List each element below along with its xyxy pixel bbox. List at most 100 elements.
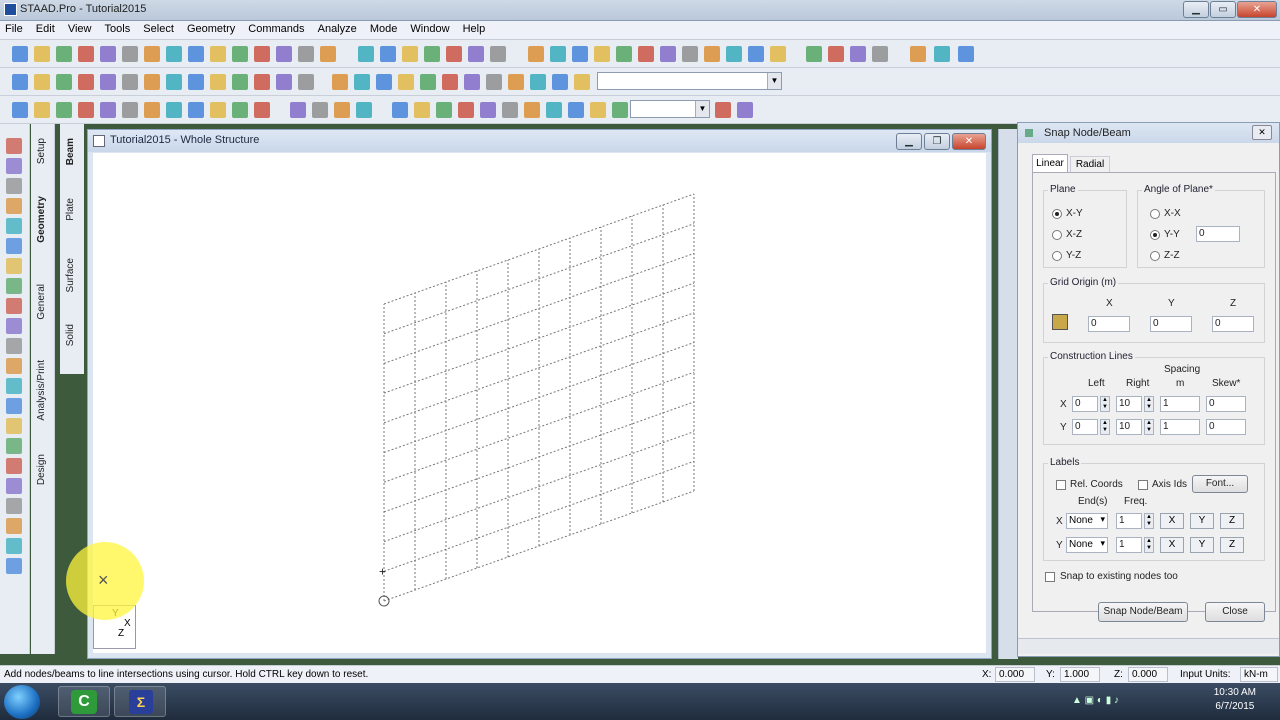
toolbar-button-icon[interactable]	[332, 74, 348, 90]
toolbar-button-icon[interactable]	[850, 46, 866, 62]
y-left-spinner[interactable]: ▲ ▼	[1100, 419, 1110, 435]
toolbar-button-icon[interactable]	[298, 46, 314, 62]
toolbar-button-icon[interactable]	[12, 46, 28, 62]
label-combo[interactable]: ▼	[630, 100, 710, 118]
toolbar-button-icon[interactable]	[934, 46, 950, 62]
toolbar-button-icon[interactable]	[334, 102, 350, 118]
tool-icon[interactable]	[6, 398, 22, 414]
radio-plane-yz[interactable]	[1052, 251, 1062, 261]
toolbar-button-icon[interactable]	[572, 46, 588, 62]
toolbar-button-icon[interactable]	[704, 46, 720, 62]
toolbar-button-icon[interactable]	[276, 74, 292, 90]
tool-icon[interactable]	[6, 518, 22, 534]
toolbar-button-icon[interactable]	[737, 102, 753, 118]
toolbar-button-icon[interactable]	[122, 46, 138, 62]
toolbar-button-icon[interactable]	[380, 46, 396, 62]
x-row-x-button[interactable]: X	[1160, 513, 1184, 529]
x-freq-input[interactable]: 1	[1116, 513, 1142, 529]
y-row-z-button[interactable]: Z	[1220, 537, 1244, 553]
toolbar-button-icon[interactable]	[402, 46, 418, 62]
axis-ids-checkbox[interactable]	[1138, 480, 1148, 490]
toolbar-button-icon[interactable]	[34, 102, 50, 118]
menu-select[interactable]: Select	[138, 21, 179, 37]
toolbar-button-icon[interactable]	[546, 102, 562, 118]
origin-z-input[interactable]: 0	[1212, 316, 1254, 332]
x-row-y-button[interactable]: Y	[1190, 513, 1214, 529]
toolbar-button-icon[interactable]	[232, 74, 248, 90]
toolbar-button-icon[interactable]	[660, 46, 676, 62]
y-right-spinner[interactable]: ▲ ▼	[1144, 419, 1154, 435]
toolbar-button-icon[interactable]	[806, 46, 822, 62]
taskbar-clock[interactable]: 10:30 AM 6/7/2015	[1214, 686, 1256, 714]
toolbar-button-icon[interactable]	[144, 46, 160, 62]
toolbar-button-icon[interactable]	[100, 46, 116, 62]
y-row-x-button[interactable]: X	[1160, 537, 1184, 553]
toolbar-button-icon[interactable]	[726, 46, 742, 62]
y-ends-select[interactable]: None	[1066, 537, 1108, 553]
toolbar-button-icon[interactable]	[78, 46, 94, 62]
child-minimize-button[interactable]: ▁	[896, 133, 922, 150]
toolbar-button-icon[interactable]	[568, 102, 584, 118]
toolbar-button-icon[interactable]	[414, 102, 430, 118]
tab-radial[interactable]: Radial	[1070, 156, 1110, 173]
toolbar-button-icon[interactable]	[358, 46, 374, 62]
minimize-button[interactable]: ▁	[1183, 1, 1209, 18]
toolbar-button-icon[interactable]	[210, 46, 226, 62]
x-left-spinner[interactable]: ▲ ▼	[1100, 396, 1110, 412]
maximize-button[interactable]: ▭	[1210, 1, 1236, 18]
toolbar-button-icon[interactable]	[34, 46, 50, 62]
toolbar-button-icon[interactable]	[828, 46, 844, 62]
toolbar-button-icon[interactable]	[166, 46, 182, 62]
tool-icon[interactable]	[6, 158, 22, 174]
toolbar-button-icon[interactable]	[715, 102, 731, 118]
toolbar-button-icon[interactable]	[56, 74, 72, 90]
toolbar-button-icon[interactable]	[530, 74, 546, 90]
x-ends-select[interactable]: None	[1066, 513, 1108, 529]
x-left-input[interactable]: 0	[1072, 396, 1098, 412]
menu-mode[interactable]: Mode	[365, 21, 403, 37]
toolbar-button-icon[interactable]	[910, 46, 926, 62]
toolbar-button-icon[interactable]	[682, 46, 698, 62]
menu-file[interactable]: File	[0, 21, 28, 37]
toolbar-button-icon[interactable]	[56, 102, 72, 118]
toolbar-button-icon[interactable]	[392, 102, 408, 118]
tool-icon[interactable]	[6, 558, 22, 574]
tool-icon[interactable]	[6, 258, 22, 274]
toolbar-button-icon[interactable]	[56, 46, 72, 62]
rel-coords-checkbox[interactable]	[1056, 480, 1066, 490]
tool-icon[interactable]	[6, 298, 22, 314]
toolbar-button-icon[interactable]	[490, 46, 506, 62]
child-restore-button[interactable]: ❐	[924, 133, 950, 150]
menu-help[interactable]: Help	[458, 21, 491, 37]
toolbar-button-icon[interactable]	[528, 46, 544, 62]
y-right-input[interactable]: 10	[1116, 419, 1142, 435]
toolbar-button-icon[interactable]	[78, 102, 94, 118]
menu-view[interactable]: View	[63, 21, 97, 37]
toolbar-button-icon[interactable]	[188, 74, 204, 90]
origin-x-input[interactable]: 0	[1088, 316, 1130, 332]
origin-y-input[interactable]: 0	[1150, 316, 1192, 332]
toolbar-button-icon[interactable]	[210, 102, 226, 118]
toolbar-button-icon[interactable]	[188, 46, 204, 62]
radio-plane-xy[interactable]	[1052, 209, 1062, 219]
tool-icon[interactable]	[6, 218, 22, 234]
toolbar-button-icon[interactable]	[442, 74, 458, 90]
x-freq-spinner[interactable]: ▲ ▼	[1144, 513, 1154, 529]
toolbar-button-icon[interactable]	[616, 46, 632, 62]
tool-icon[interactable]	[6, 338, 22, 354]
toolbar-button-icon[interactable]	[446, 46, 462, 62]
tab-linear[interactable]: Linear	[1032, 154, 1068, 173]
dialog-close-icon[interactable]: ✕	[1252, 125, 1272, 140]
toolbar-button-icon[interactable]	[232, 46, 248, 62]
toolbar-button-icon[interactable]	[122, 74, 138, 90]
x-spacing-input[interactable]: 1	[1160, 396, 1200, 412]
toolbar-button-icon[interactable]	[254, 46, 270, 62]
radio-plane-xz[interactable]	[1052, 230, 1062, 240]
y-spacing-input[interactable]: 1	[1160, 419, 1200, 435]
radio-angle-yy[interactable]	[1150, 230, 1160, 240]
tool-icon[interactable]	[6, 378, 22, 394]
toolbar-button-icon[interactable]	[638, 46, 654, 62]
toolbar-button-icon[interactable]	[188, 102, 204, 118]
tab-general[interactable]: General	[36, 284, 47, 320]
tab-geometry[interactable]: Geometry	[36, 196, 47, 243]
